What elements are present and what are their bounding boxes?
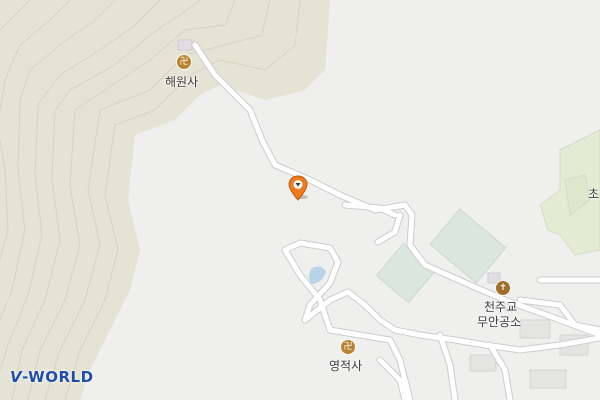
buddhist-temple-icon[interactable]: 卍 [177, 55, 191, 69]
logo-v: V [10, 368, 23, 386]
building-blocks [469, 319, 589, 389]
logo-text: -WORLD [22, 368, 94, 386]
location-pin-icon[interactable] [288, 175, 308, 201]
vworld-logo: V-WORLD [10, 368, 94, 386]
hill-terrain [0, 0, 330, 400]
pond [309, 266, 326, 284]
map-view[interactable]: 卍 해원사 卍 영적사 ✝ 천주교 무안공소 초 V-WORLD [0, 0, 600, 400]
place-label-yeongjeoksa[interactable]: 영적사 [329, 357, 362, 374]
roads [191, 41, 600, 400]
field-area [375, 242, 437, 304]
place-label-edge[interactable]: 초 [588, 185, 599, 202]
place-label-haewonsa[interactable]: 해원사 [165, 73, 198, 90]
place-label-catholic-line2[interactable]: 무안공소 [477, 313, 521, 330]
buddhist-temple-icon[interactable]: 卍 [341, 340, 355, 354]
catholic-church-icon[interactable]: ✝ [496, 281, 510, 295]
